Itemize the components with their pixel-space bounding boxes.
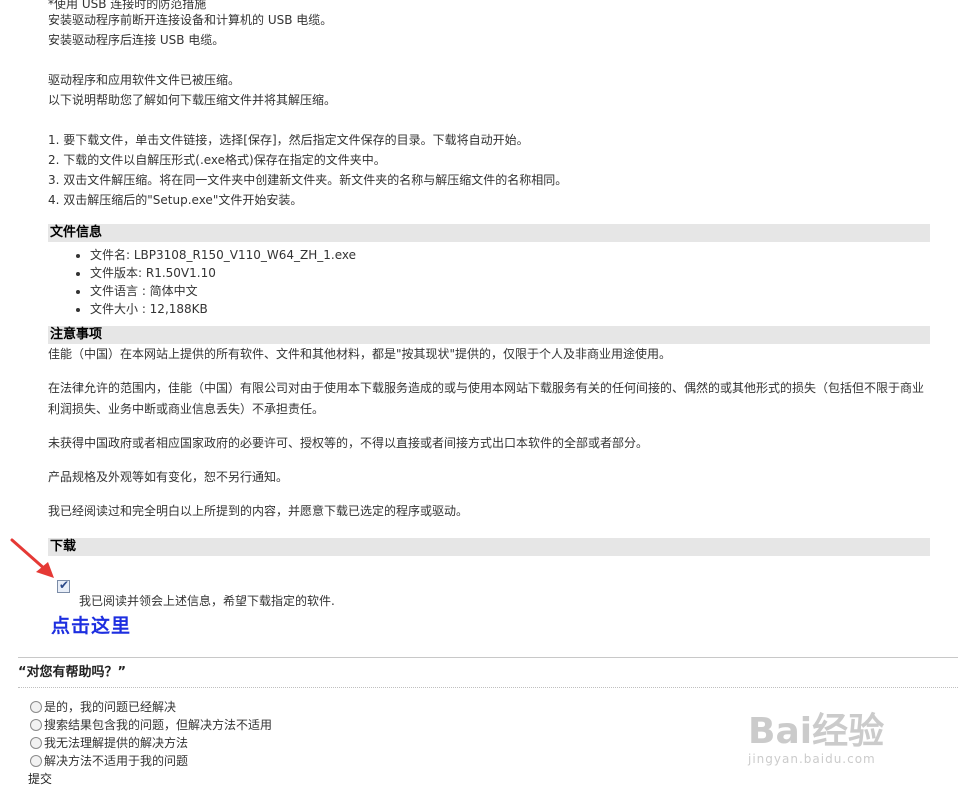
notice-paragraph-4: 产品规格及外观等如有变化，恕不另行通知。 [48, 470, 289, 484]
watermark-brand: Bai经验 [748, 712, 884, 752]
option-label: 我无法理解提供的解决方法 [44, 736, 189, 750]
radio-button[interactable] [30, 701, 42, 713]
file-size: 文件大小 : 12,188KB [90, 300, 930, 318]
step-4: 4. 双击解压缩后的"Setup.exe"文件开始安装。 [48, 193, 303, 207]
step-1: 1. 要下载文件，单击文件链接，选择[保存]，然后指定文件保存的目录。下载将自动… [48, 133, 529, 147]
submit-button[interactable]: 提交 [28, 770, 52, 787]
agree-checkbox[interactable]: ✔ [57, 578, 70, 593]
radio-button[interactable] [30, 737, 42, 749]
notice-paragraph-1: 佳能（中国）在本网站上提供的所有软件、文件和其他材料，都是"按其现状"提供的，仅… [48, 347, 672, 361]
download-link[interactable]: 点击这里 [51, 611, 131, 638]
watermark-brand-text: Bai经验 [748, 711, 885, 752]
feedback-title: “对您有帮助吗？” [18, 665, 127, 680]
file-info-header: 文件信息 [48, 224, 930, 242]
option-label: 搜索结果包含我的问题，但解决方法不适用 [44, 718, 273, 732]
notice-paragraph-3: 未获得中国政府或者相应国家政府的必要许可、授权等的，不得以直接或者间接方式出口本… [48, 436, 649, 450]
download-header: 下载 [48, 538, 930, 556]
red-arrow-annotation [10, 538, 54, 578]
feedback-option-cannot-understand[interactable]: 我无法理解提供的解决方法 [30, 734, 272, 752]
watermark-url: jingyan.baidu.com [748, 752, 876, 766]
usb-precaution-line-1: 安装驱动程序前断开连接设备和计算机的 USB 电缆。 [48, 13, 333, 27]
compress-line-2: 以下说明帮助您了解如何下载压缩文件并将其解压缩。 [48, 93, 337, 107]
notice-header: 注意事项 [48, 326, 930, 344]
step-3: 3. 双击文件解压缩。将在同一文件夹中创建新文件夹。新文件夹的名称与解压缩文件的… [48, 173, 568, 187]
notice-paragraph-5: 我已经阅读过和完全明白以上所提到的内容，并愿意下载已选定的程序或驱动。 [48, 504, 469, 518]
file-version: 文件版本: R1.50V1.10 [90, 264, 930, 282]
feedback-option-not-for-my-problem[interactable]: 解决方法不适用于我的问题 [30, 752, 272, 770]
step-2: 2. 下载的文件以自解压形式(.exe格式)保存在指定的文件夹中。 [48, 153, 386, 167]
radio-button[interactable] [30, 755, 42, 767]
usb-precaution-line-2: 安装驱动程序后连接 USB 电缆。 [48, 33, 225, 47]
feedback-options: 是的，我的问题已经解决 搜索结果包含我的问题，但解决方法不适用 我无法理解提供的… [30, 698, 272, 770]
main-content: *使用 USB 连接时的防范措施 安装驱动程序前断开连接设备和计算机的 USB … [48, 0, 930, 556]
usb-precaution-title: *使用 USB 连接时的防范措施 [48, 0, 207, 11]
option-label: 是的，我的问题已经解决 [44, 700, 177, 714]
notice-paragraph-2: 在法律允许的范围内，佳能（中国）有限公司对由于使用本下载服务造成的或与使用本网站… [48, 381, 925, 416]
compress-line-1: 驱动程序和应用软件文件已被压缩。 [48, 73, 241, 87]
divider-dotted [18, 687, 958, 688]
feedback-option-solved[interactable]: 是的，我的问题已经解决 [30, 698, 272, 716]
feedback-option-not-applicable-solution[interactable]: 搜索结果包含我的问题，但解决方法不适用 [30, 716, 272, 734]
radio-button[interactable] [30, 719, 42, 731]
agree-label: 我已阅读并领会上述信息，希望下载指定的软件. [79, 594, 335, 608]
baidu-jingyan-watermark: Bai经验 jingyan.baidu.com [748, 712, 884, 767]
option-label: 解决方法不适用于我的问题 [44, 754, 189, 768]
file-name: 文件名: LBP3108_R150_V110_W64_ZH_1.exe [90, 246, 930, 264]
file-info-list: 文件名: LBP3108_R150_V110_W64_ZH_1.exe 文件版本… [48, 246, 930, 318]
divider [18, 657, 958, 658]
file-language: 文件语言 : 简体中文 [90, 282, 930, 300]
